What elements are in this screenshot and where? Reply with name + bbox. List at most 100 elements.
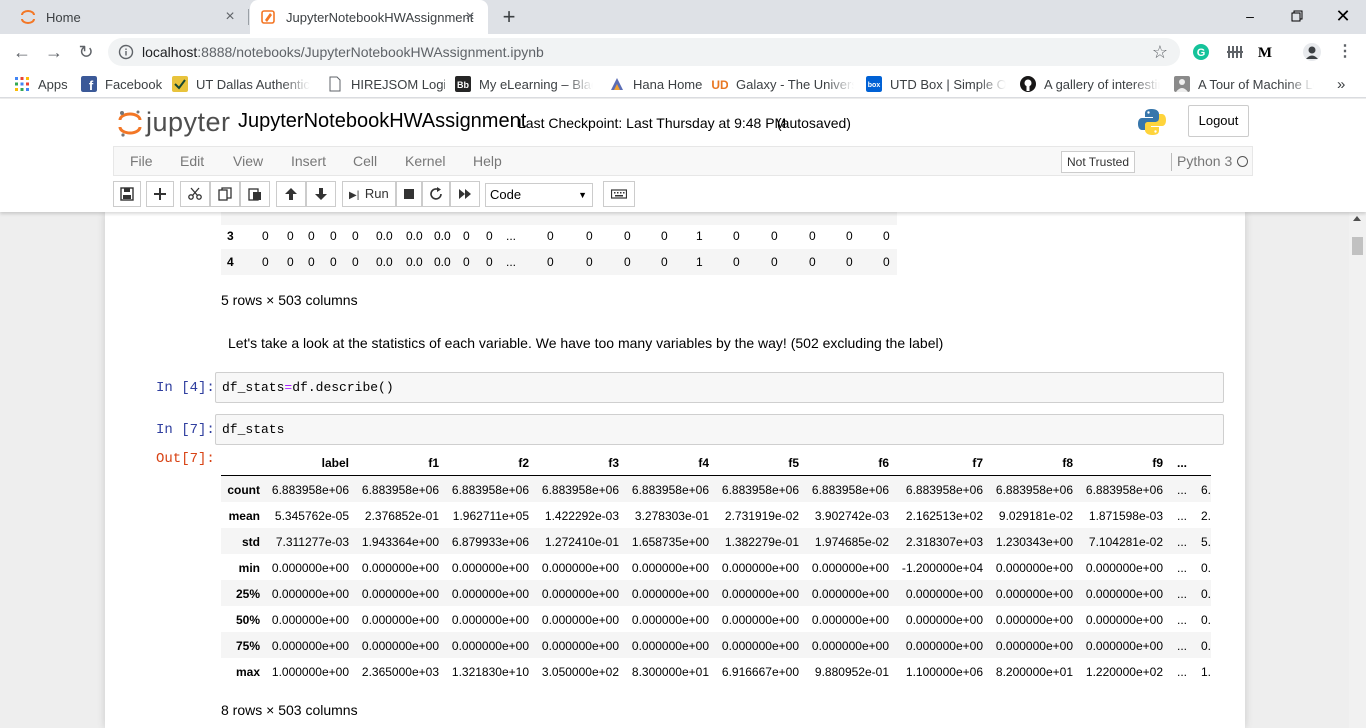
restart-run-all-button[interactable] xyxy=(450,181,480,207)
markdown-cell-text[interactable]: Let's take a look at the statistics of e… xyxy=(228,335,943,351)
scrollbar-thumb[interactable] xyxy=(1352,237,1363,255)
back-arrow-icon[interactable]: ← xyxy=(10,40,34,64)
python-logo-icon xyxy=(1138,109,1166,135)
table-cell: 0 xyxy=(308,255,315,269)
insert-cell-button[interactable] xyxy=(146,181,174,207)
save-button[interactable] xyxy=(113,181,141,207)
menu-view[interactable]: View xyxy=(233,153,263,169)
code-cell-editor[interactable]: df_stats xyxy=(215,414,1224,445)
bookmark-apps[interactable]: Apps xyxy=(14,75,74,93)
notebook-scroll-area[interactable]: 3 0 0 0 0 0 0.0 0.0 0.0 0 0... 0 0 0 0 1 0 0 0 0 0 4 0 0 0 0 0 0.0… xyxy=(0,212,1349,728)
address-bar[interactable]: localhost:8888/notebooks/JupyterNotebook… xyxy=(108,38,1180,66)
menu-edit[interactable]: Edit xyxy=(180,153,204,169)
column-header: f4 xyxy=(698,456,709,470)
profile-avatar-icon[interactable] xyxy=(1303,43,1321,61)
bookmarks-overflow-icon[interactable]: » xyxy=(1337,75,1351,93)
row-index: count xyxy=(227,483,260,497)
restore-icon[interactable] xyxy=(1287,6,1307,26)
facebook-icon: f xyxy=(81,76,97,92)
bookmark-label: UTD Box | Simple Onl xyxy=(890,76,1006,92)
menu-help[interactable]: Help xyxy=(473,153,502,169)
tab-notebook[interactable]: JupyterNotebookHWAssignment × xyxy=(250,0,488,34)
column-header: f7 xyxy=(972,456,983,470)
paste-button[interactable] xyxy=(240,181,270,207)
menu-insert[interactable]: Insert xyxy=(291,153,326,169)
info-icon[interactable] xyxy=(118,44,134,60)
bookmark-label: UT Dallas Authenticat xyxy=(196,76,310,92)
hana-icon xyxy=(611,78,623,90)
cell-type-select[interactable]: Code ▼ xyxy=(485,183,593,207)
table-row: max 1.000000e+00 2.365000e+03 1.321830e+10 3… xyxy=(221,658,1211,680)
restart-button[interactable] xyxy=(422,181,450,207)
not-trusted-button[interactable]: Not Trusted xyxy=(1061,151,1135,173)
table-cell: 0 xyxy=(486,229,493,243)
bookmark-elearning[interactable]: Bb My eLearning – Black xyxy=(455,75,593,93)
close-icon[interactable]: × xyxy=(222,9,238,25)
jupyter-wordmark: jupyter xyxy=(146,107,231,137)
move-up-button[interactable] xyxy=(276,181,306,207)
table-cell: 0 xyxy=(308,229,315,243)
table-cell: ... xyxy=(1176,639,1187,653)
menu-cell[interactable]: Cell xyxy=(353,153,377,169)
grammarly-icon[interactable]: G xyxy=(1192,43,1210,61)
table-cell: 0.000000e+00 xyxy=(631,587,709,601)
bookmark-gallery[interactable]: A gallery of interestin xyxy=(1020,75,1160,93)
bookmark-utd-box[interactable]: box UTD Box | Simple Onl xyxy=(866,75,1006,93)
cut-button[interactable] xyxy=(180,181,210,207)
table-cell: 0.000000e+00 xyxy=(271,587,349,601)
table-cell: 6.883958e+06 xyxy=(721,483,799,497)
table-row: 25% 0.000000e+00 0.000000e+00 0.000000e+00 0… xyxy=(221,580,1211,606)
table-cell: 7.311277e-03 xyxy=(275,535,349,549)
bookmark-galaxy[interactable]: UD Galaxy - The Universi xyxy=(712,75,854,93)
utd-icon xyxy=(172,76,188,92)
bookmark-hirejsom[interactable]: HIREJSOM Login xyxy=(327,75,445,93)
table-cell: 6.883958e+06 xyxy=(995,483,1073,497)
bookmark-facebook[interactable]: f Facebook xyxy=(81,75,163,93)
run-button[interactable]: ▶| Run xyxy=(342,181,396,207)
scroll-up-arrow-icon[interactable] xyxy=(1353,216,1361,221)
close-icon[interactable]: × xyxy=(462,9,478,25)
new-tab-button[interactable]: + xyxy=(499,6,519,28)
notebook-name[interactable]: JupyterNotebookHWAssignment xyxy=(238,110,526,133)
box-icon: box xyxy=(866,76,882,92)
vertical-scrollbar[interactable] xyxy=(1349,212,1366,728)
code-cell-editor[interactable]: df_stats=df.describe() xyxy=(215,372,1224,403)
logout-button[interactable]: Logout xyxy=(1188,105,1249,137)
bookmark-utd-auth[interactable]: UT Dallas Authenticat xyxy=(172,75,310,93)
bookmark-hana[interactable]: Hana Home xyxy=(609,75,703,93)
copy-button[interactable] xyxy=(210,181,240,207)
interrupt-button[interactable] xyxy=(396,181,422,207)
command-palette-button[interactable] xyxy=(603,181,635,207)
bookmark-label: HIREJSOM Login xyxy=(351,76,445,92)
jupyter-logo[interactable]: jupyter xyxy=(118,107,231,138)
minimize-icon[interactable]: – xyxy=(1240,6,1260,26)
table-cell: 1.321830e+10 xyxy=(451,665,529,679)
move-down-button[interactable] xyxy=(306,181,336,207)
table-cell: 0.0 xyxy=(434,255,451,269)
table-cell: 0 xyxy=(733,255,740,269)
table-cell: 0.000000e+00 xyxy=(361,561,439,575)
kernel-name[interactable]: Python 3 xyxy=(1177,153,1232,169)
galaxy-icon: UD xyxy=(712,78,728,92)
bookmark-star-icon[interactable]: ☆ xyxy=(1152,42,1168,63)
output-prompt: Out[7]: xyxy=(156,451,215,467)
table-cell: 0 xyxy=(733,229,740,243)
table-cell: 0 xyxy=(883,229,890,243)
browser-tab-strip: Home × JupyterNotebookHWAssignment × + –… xyxy=(0,0,1366,34)
bookmark-label: Facebook xyxy=(105,76,163,92)
window-close-icon[interactable]: ✕ xyxy=(1333,6,1353,26)
table-cell: 6.883958e+06 xyxy=(361,483,439,497)
menu-kernel[interactable]: Kernel xyxy=(405,153,445,169)
chrome-menu-icon[interactable]: ⋮ xyxy=(1333,40,1357,64)
medium-icon[interactable]: M xyxy=(1256,43,1274,61)
bookmark-ml-tour[interactable]: A Tour of Machine Le xyxy=(1174,75,1314,93)
menu-file[interactable]: File xyxy=(130,153,153,169)
table-cell: 1.962711e+05 xyxy=(452,509,529,523)
table-cell: 0 xyxy=(486,255,493,269)
forward-arrow-icon[interactable]: → xyxy=(42,40,66,64)
tab-home[interactable]: Home × xyxy=(8,0,248,34)
row-index: 50% xyxy=(235,613,260,627)
table-cell: 0.0 xyxy=(1201,639,1211,653)
reload-icon[interactable]: ↻ xyxy=(74,40,98,64)
extension-bars-icon[interactable] xyxy=(1226,43,1244,61)
